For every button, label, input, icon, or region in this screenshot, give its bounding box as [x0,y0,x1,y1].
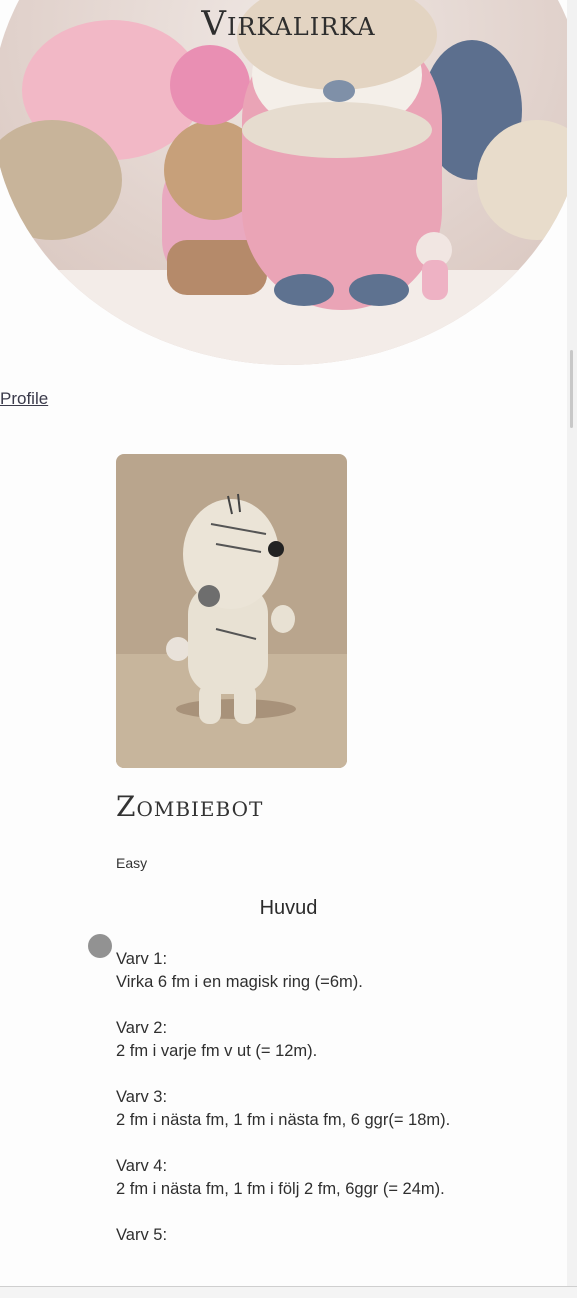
pattern-rows: Varv 1: Virka 6 fm i en magisk ring (=6m… [116,948,476,1270]
difficulty-label: Easy [116,855,148,871]
site-title[interactable]: Virkalirka [0,4,577,44]
row-label: Varv 5: [116,1226,168,1244]
pattern-row: Varv 1: Virka 6 fm i en magisk ring (=6m… [116,948,476,994]
pattern-row: Varv 3: 2 fm i nästa fm, 1 fm i nästa fm… [116,1086,476,1132]
hero-image [0,0,577,365]
row-label: Varv 4: [116,1157,168,1175]
scrollbar-thumb[interactable] [570,350,573,428]
zombie-amigurumi-photo-icon [116,454,347,768]
amigurumi-hero-image-icon [0,0,577,365]
row-text: 2 fm i nästa fm, 1 fm i nästa fm, 6 ggr(… [116,1111,451,1129]
pattern-row: Varv 5: [116,1224,476,1247]
row-label: Varv 3: [116,1088,168,1106]
pattern-title: Zombiebot [116,790,264,823]
pattern-row: Varv 2: 2 fm i varje fm v ut (= 12m). [116,1017,476,1063]
scrollbar-track[interactable] [567,0,577,1297]
pattern-row: Varv 4: 2 fm i nästa fm, 1 fm i följ 2 f… [116,1155,476,1201]
touch-indicator [88,934,112,958]
browser-bottom-bar [0,1286,577,1298]
row-text: Virka 6 fm i en magisk ring (=6m). [116,973,363,991]
section-heading: Huvud [259,897,318,919]
row-label: Varv 2: [116,1019,168,1037]
row-text: 2 fm i varje fm v ut (= 12m). [116,1042,318,1060]
pattern-photo [116,454,347,768]
row-label: Varv 1: [116,950,168,968]
profile-link[interactable]: Profile [0,389,48,409]
row-text: 2 fm i nästa fm, 1 fm i följ 2 fm, 6ggr … [116,1180,445,1198]
